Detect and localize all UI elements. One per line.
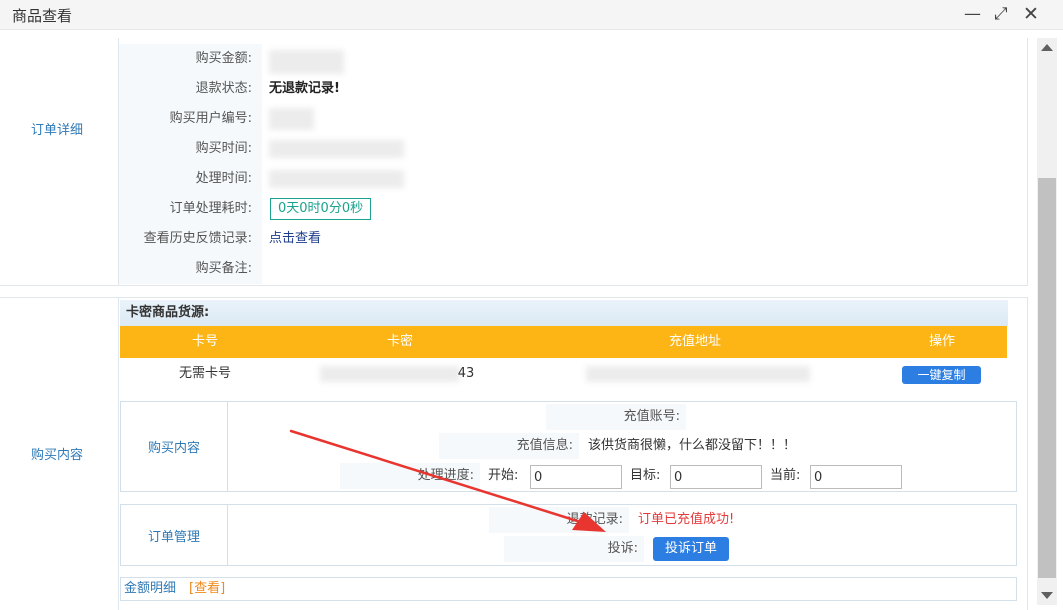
purchase-content-box: 购买内容 充值账号: 充值信息: 该供货商很懒，什么都没留下！！！ 处理进度: … bbox=[120, 401, 1017, 492]
complain-label: 投诉: bbox=[504, 536, 644, 562]
vertical-scrollbar[interactable] bbox=[1037, 38, 1057, 605]
card-table-header: 卡号 卡密 充值地址 操作 bbox=[120, 326, 1007, 358]
purchase-content-label: 购买内容 bbox=[31, 448, 84, 463]
order-management-box: 订单管理 退款记录: 订单已充值成功! 投诉: 投诉订单 bbox=[120, 504, 1017, 566]
divider bbox=[118, 298, 119, 610]
recharge-info-label: 充值信息: bbox=[439, 433, 579, 459]
complain-order-button[interactable]: 投诉订单 bbox=[653, 537, 730, 561]
process-duration-badge: 0天0时0分0秒 bbox=[270, 198, 372, 220]
th-recharge-address: 充值地址 bbox=[668, 334, 721, 349]
purchase-time-row: 购买时间: bbox=[119, 134, 1027, 164]
minimize-icon[interactable]: — bbox=[964, 3, 981, 25]
order-detail-label: 订单详细 bbox=[31, 123, 84, 138]
redacted-process-time bbox=[269, 170, 404, 188]
process-duration-row: 订单处理耗时: 0天0时0分0秒 bbox=[119, 194, 1027, 224]
remark-label: 购买备注: bbox=[119, 254, 262, 284]
start-input[interactable] bbox=[530, 465, 622, 489]
refund-status-value: 无退款记录! bbox=[269, 81, 340, 96]
order-detail-section: 订单详细 购买金额: 退款状态: 无退款记录! 购买用户编号: 购买时间: 处理… bbox=[0, 38, 1028, 286]
card-pwd-cell: 43 bbox=[457, 366, 475, 381]
scroll-down-icon[interactable] bbox=[1041, 592, 1053, 599]
purchase-amount-row: 购买金额: bbox=[119, 44, 1027, 74]
process-duration-label: 订单处理耗时: bbox=[119, 194, 262, 224]
process-time-row: 处理时间: bbox=[119, 164, 1027, 194]
remark-row: 购买备注: bbox=[119, 254, 1027, 284]
th-action: 操作 bbox=[928, 334, 955, 349]
history-link[interactable]: 点击查看 bbox=[269, 224, 321, 254]
redacted-recharge-address bbox=[586, 366, 810, 382]
history-label: 查看历史反馈记录: bbox=[119, 224, 262, 254]
process-time-label: 处理时间: bbox=[119, 164, 262, 194]
purchase-content-box-label: 购买内容 bbox=[121, 402, 228, 491]
refund-record-value: 订单已充值成功! bbox=[638, 512, 735, 527]
target-input[interactable] bbox=[670, 465, 762, 489]
purchase-time-label: 购买时间: bbox=[119, 134, 262, 164]
card-source-title: 卡密商品货源: bbox=[120, 300, 1008, 326]
th-card-no: 卡号 bbox=[191, 334, 218, 349]
amount-detail-row: 金额明细 [查看] bbox=[120, 577, 1017, 601]
current-input[interactable] bbox=[810, 465, 902, 489]
amount-detail-link[interactable]: [查看] bbox=[189, 578, 225, 600]
recharge-account-label: 充值账号: bbox=[546, 404, 686, 430]
scroll-thumb[interactable] bbox=[1038, 178, 1056, 578]
redacted-amount bbox=[269, 50, 344, 74]
refund-status-label: 退款状态: bbox=[119, 74, 262, 104]
history-row: 查看历史反馈记录: 点击查看 bbox=[119, 224, 1027, 254]
maximize-icon[interactable]: ⤢ bbox=[994, 3, 1008, 25]
purchase-amount-label: 购买金额: bbox=[119, 44, 262, 74]
refund-status-row: 退款状态: 无退款记录! bbox=[119, 74, 1027, 104]
buyer-id-row: 购买用户编号: bbox=[119, 104, 1027, 134]
redacted-buyer-id bbox=[269, 108, 314, 130]
window-titlebar: 商品查看 — ⤢ ✕ bbox=[0, 0, 1063, 30]
card-no-cell: 无需卡号 bbox=[178, 366, 231, 381]
redacted-purchase-time bbox=[269, 140, 404, 158]
purchase-content-section: 购买内容 卡密商品货源: 卡号 卡密 充值地址 操作 无需卡号 43 一键复制 … bbox=[0, 297, 1028, 610]
buyer-id-label: 购买用户编号: bbox=[119, 104, 262, 134]
target-label: 目标: bbox=[630, 468, 661, 483]
start-label: 开始: bbox=[488, 468, 519, 483]
table-row: 无需卡号 43 一键复制 bbox=[120, 358, 1007, 390]
recharge-info-value: 该供货商很懒，什么都没留下！！！ bbox=[588, 438, 797, 453]
window-title: 商品查看 bbox=[12, 7, 73, 25]
scroll-up-icon[interactable] bbox=[1041, 44, 1053, 51]
close-icon[interactable]: ✕ bbox=[1023, 3, 1039, 25]
refund-record-label: 退款记录: bbox=[489, 507, 629, 533]
copy-all-button[interactable]: 一键复制 bbox=[902, 366, 981, 384]
order-management-label: 订单管理 bbox=[121, 505, 228, 565]
dialog-content: 订单详细 购买金额: 退款状态: 无退款记录! 购买用户编号: 购买时间: 处理… bbox=[0, 30, 1037, 610]
th-card-pwd: 卡密 bbox=[386, 334, 413, 349]
progress-label: 处理进度: bbox=[340, 463, 480, 489]
amount-detail-label: 金额明细 bbox=[124, 581, 177, 596]
redacted-card-pwd bbox=[320, 366, 460, 382]
current-label: 当前: bbox=[770, 468, 801, 483]
